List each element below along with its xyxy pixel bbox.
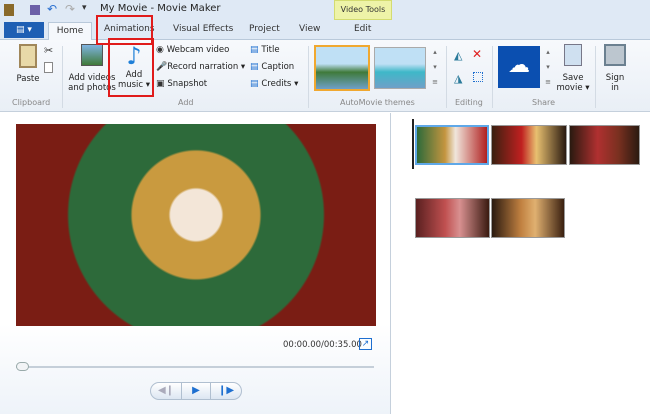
- tab-project[interactable]: Project: [249, 24, 280, 34]
- sign-in-label: Sign: [605, 73, 625, 83]
- divider: [492, 46, 493, 108]
- snapshot-label: Snapshot: [167, 79, 208, 89]
- tab-home[interactable]: Home: [48, 22, 92, 41]
- file-menu-button[interactable]: ▤ ▾: [4, 22, 44, 38]
- save-movie-icon: [564, 44, 582, 66]
- group-share: Share: [532, 98, 556, 107]
- divider: [308, 46, 309, 108]
- sign-in-label-2: in: [611, 83, 619, 93]
- snapshot-button[interactable]: ▣ Snapshot: [156, 79, 207, 89]
- save-movie-label: Save: [562, 73, 584, 83]
- film-photo-icon: [81, 44, 103, 66]
- quick-access-dropdown-icon[interactable]: ▾: [82, 3, 87, 13]
- next-frame-button[interactable]: ❙▶: [210, 382, 242, 400]
- record-narration-button[interactable]: 🎤Record narration ▾: [156, 62, 245, 72]
- webcam-icon: ◉: [156, 45, 167, 55]
- divider: [446, 46, 447, 108]
- title-icon: ▤: [250, 45, 262, 55]
- caption-button[interactable]: ▤ Caption: [250, 62, 294, 72]
- paste-button[interactable]: Paste: [10, 44, 46, 84]
- clip-5[interactable]: [491, 198, 565, 238]
- group-clipboard: Clipboard: [12, 98, 51, 107]
- webcam-video-button[interactable]: ◉ Webcam video: [156, 45, 229, 55]
- paste-icon: [19, 44, 37, 68]
- credits-icon: ▤: [250, 79, 262, 89]
- previous-frame-button[interactable]: ◀❙: [150, 382, 182, 400]
- clip-4[interactable]: [415, 198, 490, 238]
- divider: [595, 46, 596, 108]
- microphone-icon: 🎤: [156, 62, 168, 72]
- tab-edit[interactable]: Edit: [354, 24, 371, 34]
- ribbon: Paste ✂ Clipboard Add videos and photos …: [0, 40, 650, 112]
- select-all-icon[interactable]: [473, 72, 483, 82]
- fullscreen-icon[interactable]: ↗: [359, 338, 372, 350]
- cut-icon[interactable]: ✂: [44, 44, 53, 57]
- play-button[interactable]: ▶: [181, 382, 211, 400]
- title-label: Title: [261, 45, 280, 55]
- seek-slider[interactable]: [16, 366, 374, 368]
- cloud-icon: ☁: [508, 53, 530, 78]
- remove-icon[interactable]: ✕: [472, 47, 482, 61]
- group-add: Add: [178, 98, 194, 107]
- divider: [62, 46, 63, 108]
- group-automovie-themes: AutoMovie themes: [340, 98, 415, 107]
- rotate-left-icon[interactable]: ◭: [454, 49, 462, 62]
- themes-scroll[interactable]: ▴ ▾ ≡: [430, 45, 440, 91]
- tab-visual-effects[interactable]: Visual Effects: [173, 24, 233, 34]
- undo-icon[interactable]: ↶: [47, 2, 57, 16]
- caption-label: Caption: [261, 62, 295, 72]
- playback-time: 00:00.00/00:35.00: [283, 340, 362, 350]
- theme-contemporary[interactable]: [374, 47, 426, 89]
- seek-slider-thumb[interactable]: [16, 362, 29, 371]
- credits-label: Credits ▾: [261, 79, 299, 89]
- video-preview[interactable]: [16, 124, 376, 326]
- caption-icon: ▤: [250, 62, 262, 72]
- share-scroll[interactable]: ▴ ▾ ≡: [543, 45, 553, 91]
- playhead[interactable]: [412, 119, 414, 169]
- redo-icon[interactable]: ↷: [65, 2, 75, 16]
- theme-default[interactable]: [314, 45, 370, 91]
- onedrive-share-button[interactable]: ☁: [498, 46, 540, 88]
- sign-in-button[interactable]: Sign in: [600, 44, 630, 93]
- rotate-right-icon[interactable]: ◮: [454, 72, 462, 85]
- user-icon: [604, 44, 626, 66]
- app-icon: [4, 4, 14, 16]
- credits-button[interactable]: ▤ Credits ▾: [250, 79, 298, 89]
- title-button[interactable]: ▤ Title: [250, 45, 280, 55]
- paste-label: Paste: [16, 74, 40, 84]
- snapshot-icon: ▣: [156, 79, 168, 89]
- webcam-label: Webcam video: [166, 45, 230, 55]
- save-movie-label-2: movie ▾: [556, 83, 590, 93]
- clip-3[interactable]: [569, 125, 640, 165]
- save-movie-button[interactable]: Save movie ▾: [556, 44, 590, 93]
- clip-2[interactable]: [491, 125, 567, 165]
- copy-icon[interactable]: [44, 62, 53, 73]
- clip-1[interactable]: [415, 125, 489, 165]
- highlight-add-music: [108, 38, 154, 97]
- video-tools-label: Video Tools: [334, 0, 392, 20]
- tab-view[interactable]: View: [299, 24, 320, 34]
- save-icon[interactable]: [30, 5, 40, 15]
- window-title: My Movie - Movie Maker: [100, 3, 221, 14]
- narration-label: Record narration ▾: [167, 62, 246, 72]
- group-editing: Editing: [455, 98, 483, 107]
